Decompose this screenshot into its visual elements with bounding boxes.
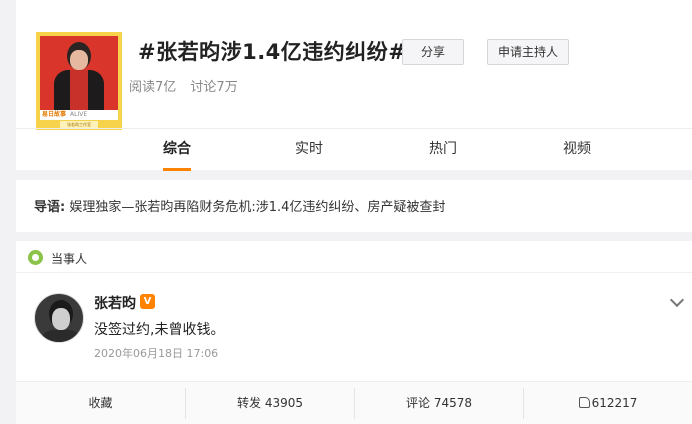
- thumbs-up-icon: [578, 397, 590, 408]
- topic-tabs: 综合 实时 热门 视频: [16, 128, 692, 171]
- tab-hot[interactable]: 热门: [413, 129, 473, 171]
- topic-header: 易日故事 ALIVE 张若昀工作室 #张若昀涉1.4亿违约纠纷# 阅读7亿 讨论…: [16, 0, 692, 171]
- verified-badge-icon: V: [140, 294, 155, 309]
- party-header: 当事人: [16, 241, 692, 273]
- cover-footer: 张若昀工作室: [60, 121, 98, 128]
- user-name[interactable]: 张若昀: [94, 293, 136, 313]
- discussion-count: 讨论7万: [190, 80, 238, 95]
- like-count: 612217: [591, 396, 638, 410]
- cover-tag: 易日故事: [42, 111, 67, 118]
- location-pin-icon: [28, 250, 43, 265]
- comment-button[interactable]: 评论 74578: [354, 388, 523, 419]
- repost-button[interactable]: 转发 43905: [185, 388, 354, 419]
- topic-stats: 阅读7亿 讨论7万: [129, 76, 248, 95]
- avatar[interactable]: [34, 293, 84, 343]
- cover-tag-secondary: ALIVE: [70, 111, 88, 118]
- tab-comprehensive[interactable]: 综合: [147, 129, 207, 171]
- post-actions: 收藏 转发 43905 评论 74578 612217: [16, 381, 692, 424]
- topic-title: #张若昀涉1.4亿违约纠纷#: [138, 40, 407, 64]
- post-timestamp[interactable]: 2020年06月18日 17:06: [94, 345, 218, 361]
- tab-video[interactable]: 视频: [547, 129, 607, 171]
- read-count: 阅读7亿: [129, 80, 177, 95]
- chevron-down-icon[interactable]: [669, 292, 685, 308]
- party-label: 当事人: [51, 252, 88, 266]
- summary-text[interactable]: 娱理独家—张若昀再陷财务危机:涉1.4亿违约纠纷、房产疑被查封: [65, 200, 445, 215]
- topic-cover-image: 易日故事 ALIVE 张若昀工作室: [36, 32, 122, 130]
- post-card: 当事人 张若昀 V 没签过约,未曾收钱。 2020年06月18日 17:06 收…: [16, 241, 692, 424]
- share-button[interactable]: 分享: [402, 39, 464, 65]
- tab-realtime[interactable]: 实时: [279, 129, 339, 171]
- like-button[interactable]: 612217: [523, 388, 692, 419]
- summary-lead: 导语:: [34, 200, 66, 215]
- favorite-button[interactable]: 收藏: [16, 382, 185, 424]
- apply-host-button[interactable]: 申请主持人: [487, 39, 569, 65]
- cover-photo: [40, 36, 118, 110]
- post-text: 没签过约,未曾收钱。: [94, 322, 225, 338]
- topic-summary: 导语: 娱理独家—张若昀再陷财务危机:涉1.4亿违约纠纷、房产疑被查封: [16, 180, 692, 232]
